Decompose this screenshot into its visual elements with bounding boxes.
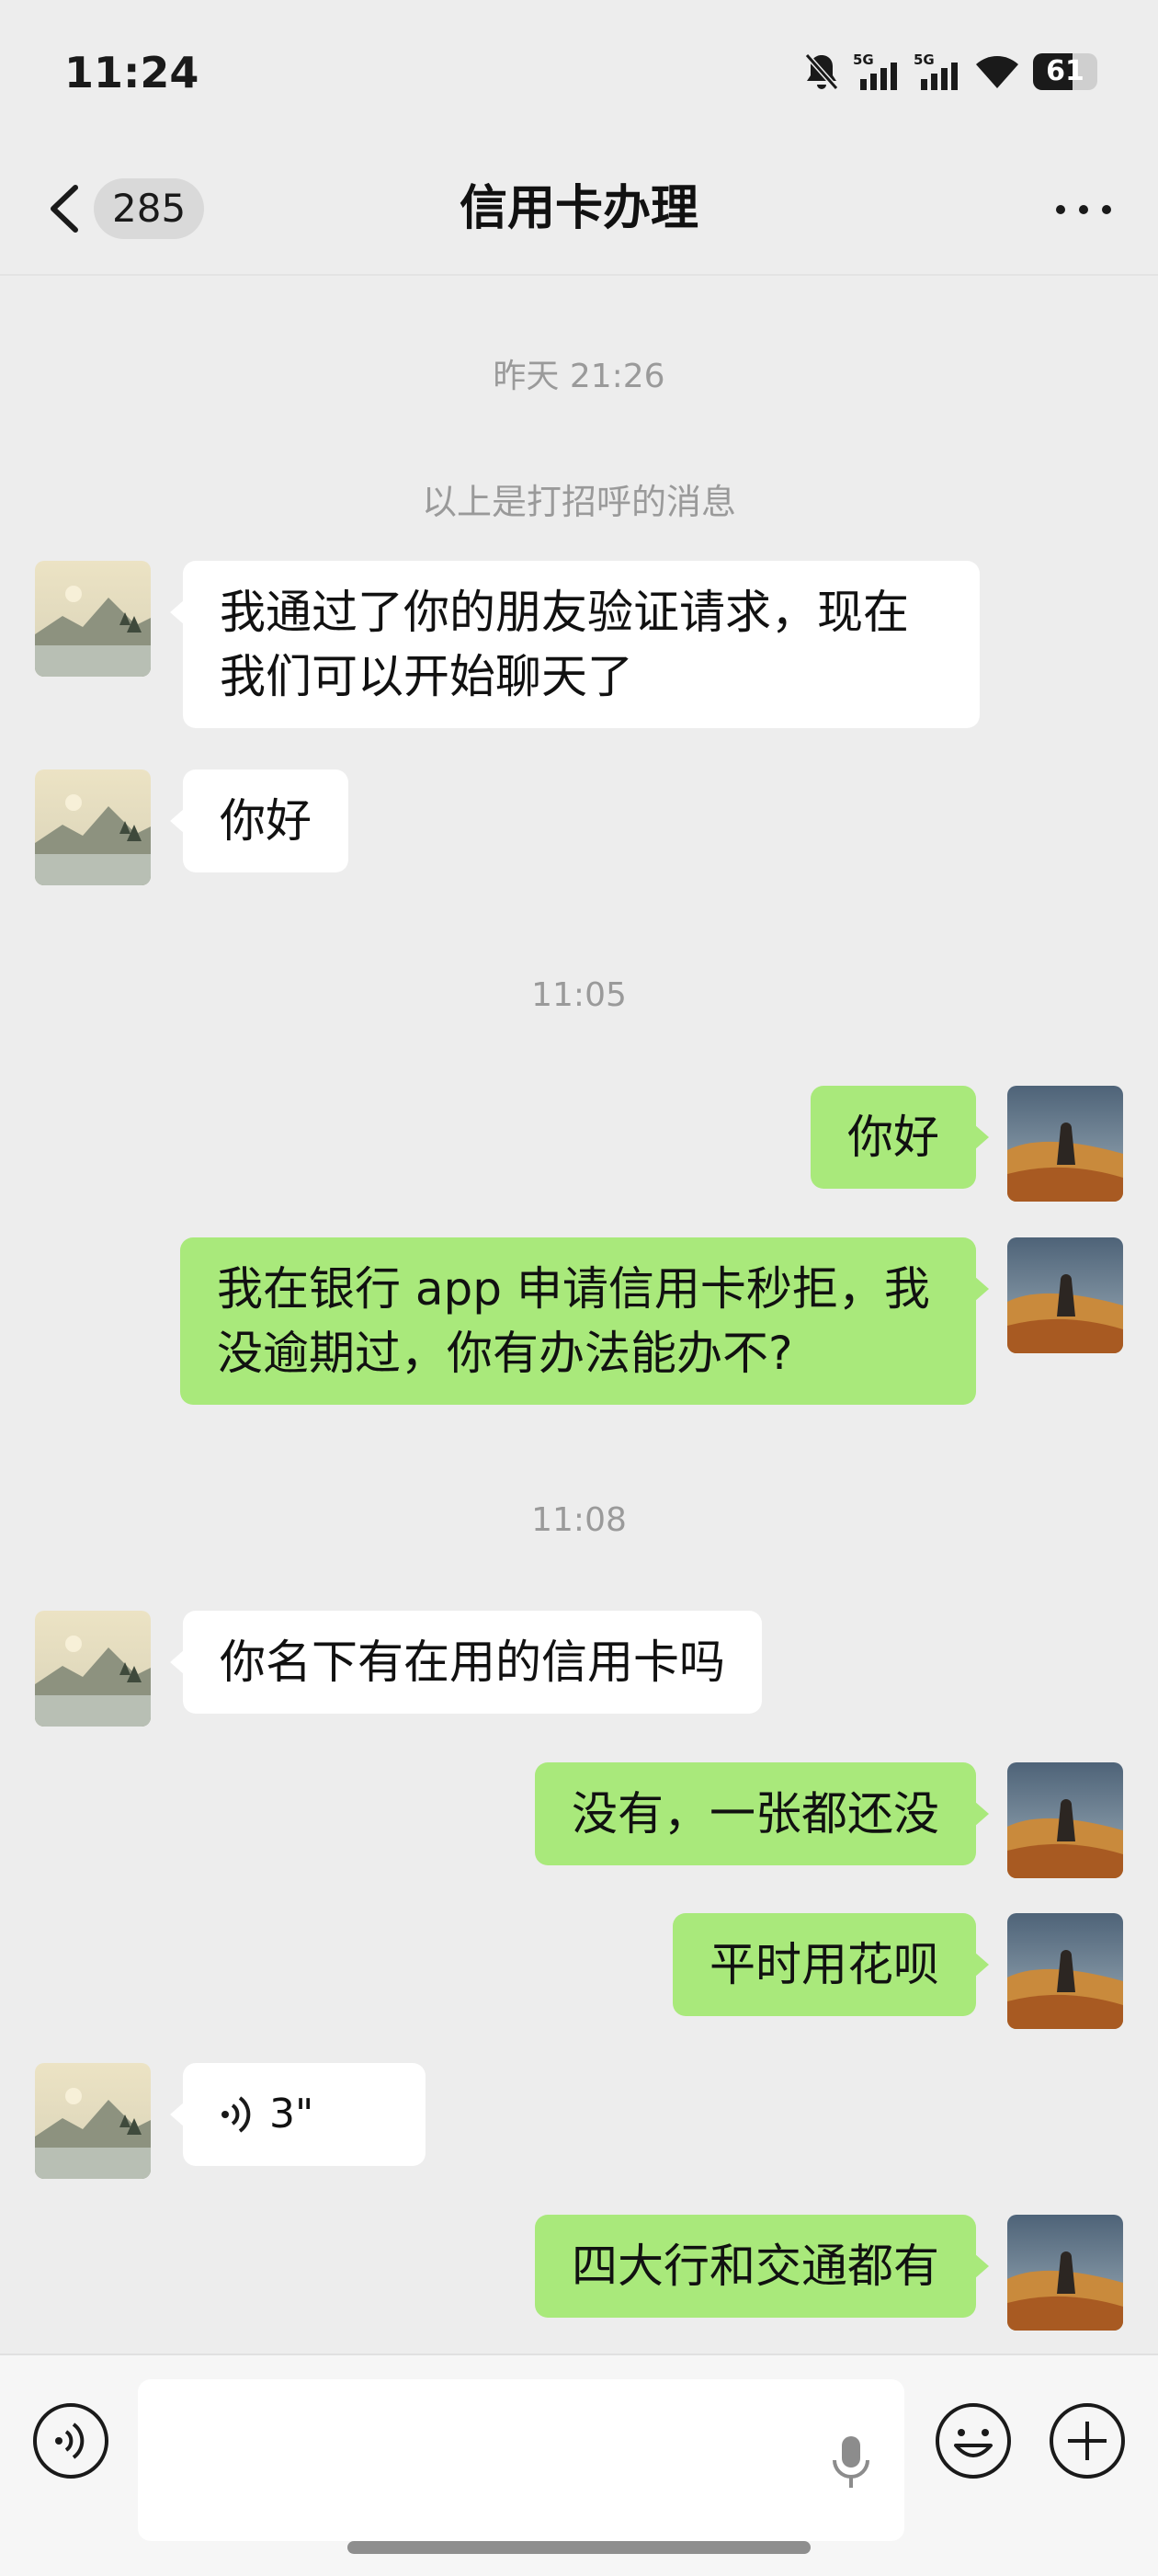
my-avatar[interactable] bbox=[1007, 1237, 1123, 1353]
battery-icon: 61 bbox=[1033, 53, 1097, 90]
my-avatar[interactable] bbox=[1007, 2215, 1123, 2331]
status-icons: 5G 5G 61 bbox=[803, 51, 1097, 92]
signal-5g-icon: 5G bbox=[914, 51, 958, 90]
status-time: 11:24 bbox=[64, 48, 199, 97]
my-avatar[interactable] bbox=[1007, 1913, 1123, 2029]
voice-duration: 3" bbox=[269, 2091, 314, 2137]
message-bubble-outgoing[interactable]: 你好 bbox=[811, 1086, 989, 1189]
message-text: 没有，一张都还没 bbox=[572, 1787, 939, 1841]
voice-message-bubble[interactable]: 3" bbox=[170, 2063, 426, 2166]
emoji-icon[interactable] bbox=[934, 2401, 1013, 2480]
message-text: 平时用花呗 bbox=[710, 1938, 939, 1991]
signal-5g-icon: 5G bbox=[853, 51, 897, 90]
message-text: 你名下有在用的信用卡吗 bbox=[220, 1636, 725, 1689]
voice-wave-icon bbox=[221, 2096, 251, 2133]
more-dots-icon[interactable] bbox=[1051, 191, 1116, 228]
mute-bell-icon bbox=[804, 53, 839, 90]
chat-header: 285 信用卡办理 bbox=[0, 147, 1158, 276]
message-bubble-outgoing[interactable]: 四大行和交通都有 bbox=[535, 2215, 989, 2318]
message-text-line: 我通过了你的朋友验证请求，现在 bbox=[220, 586, 909, 639]
signal-5g-label: 5G bbox=[914, 51, 935, 68]
message-bubble-outgoing[interactable]: 我在银行 app 申请信用卡秒拒，我 没逾期过，你有办法能办不? bbox=[180, 1237, 989, 1405]
contact-avatar[interactable] bbox=[35, 1611, 151, 1727]
message-text: 你好 bbox=[847, 1111, 939, 1164]
message-text-line: 我在银行 app 申请信用卡秒拒，我 bbox=[217, 1262, 930, 1316]
message-input[interactable] bbox=[138, 2379, 904, 2541]
message-text: 四大行和交通都有 bbox=[572, 2240, 939, 2293]
chat-title: 信用卡办理 bbox=[459, 181, 698, 236]
message-text: 你好 bbox=[220, 794, 312, 848]
contact-avatar[interactable] bbox=[35, 2063, 151, 2179]
input-bar bbox=[0, 2354, 1158, 2576]
message-text-line: 没逾期过，你有办法能办不? bbox=[217, 1327, 793, 1380]
home-indicator[interactable] bbox=[347, 2541, 811, 2554]
timestamp: 11:08 bbox=[531, 1501, 627, 1539]
battery-level: 61 bbox=[1046, 55, 1084, 87]
message-bubble-outgoing[interactable]: 没有，一张都还没 bbox=[535, 1762, 989, 1865]
contact-avatar[interactable] bbox=[35, 769, 151, 885]
timestamp: 昨天 21:26 bbox=[493, 358, 665, 395]
message-bubble-outgoing[interactable]: 平时用花呗 bbox=[673, 1913, 989, 2016]
voice-mode-icon[interactable] bbox=[31, 2401, 110, 2480]
message-text-line: 我们可以开始聊天了 bbox=[220, 650, 633, 703]
message-bubble-incoming[interactable]: 你名下有在用的信用卡吗 bbox=[170, 1611, 762, 1714]
system-note: 以上是打招呼的消息 bbox=[421, 482, 736, 522]
message-bubble-incoming[interactable]: 我通过了你的朋友验证请求，现在 我们可以开始聊天了 bbox=[170, 561, 980, 728]
signal-5g-label: 5G bbox=[853, 51, 874, 68]
my-avatar[interactable] bbox=[1007, 1086, 1123, 1202]
message-bubble-incoming[interactable]: 你好 bbox=[170, 769, 348, 872]
plus-icon[interactable] bbox=[1048, 2401, 1127, 2480]
my-avatar[interactable] bbox=[1007, 1762, 1123, 1878]
microphone-icon[interactable] bbox=[831, 2433, 871, 2491]
timestamp: 11:05 bbox=[531, 976, 627, 1014]
contact-avatar[interactable] bbox=[35, 561, 151, 677]
wifi-icon bbox=[976, 56, 1018, 88]
